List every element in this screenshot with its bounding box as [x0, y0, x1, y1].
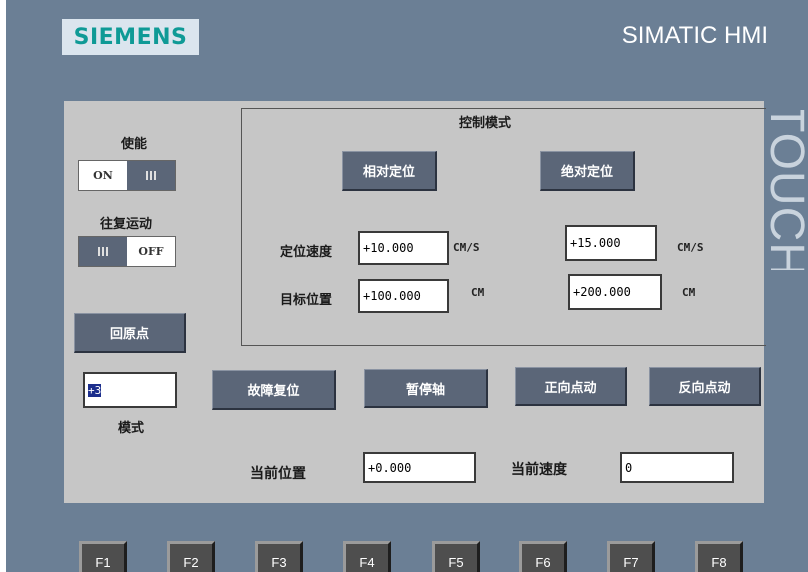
current-position-field: +0.000: [363, 452, 476, 483]
function-key-f1[interactable]: F1: [79, 541, 127, 572]
relative-speed-field[interactable]: +10.000: [358, 231, 449, 265]
function-key-f7[interactable]: F7: [607, 541, 655, 572]
absolute-target-unit: CM: [682, 286, 696, 299]
function-key-f2[interactable]: F2: [167, 541, 215, 572]
absolute-position-button[interactable]: 绝对定位: [540, 151, 635, 191]
reciprocate-label: 往复运动: [100, 217, 153, 232]
absolute-speed-field[interactable]: +15.000: [565, 225, 657, 261]
jog-forward-button[interactable]: 正向点动: [515, 367, 627, 406]
mode-value: +3: [88, 383, 102, 397]
speed-label: 定位速度: [280, 245, 333, 260]
reciprocate-toggle[interactable]: OFF: [78, 236, 176, 267]
home-button[interactable]: 回原点: [74, 313, 186, 353]
touch-label: TOUCH: [766, 110, 806, 270]
relative-target-field[interactable]: +100.000: [358, 279, 449, 313]
relative-position-button[interactable]: 相对定位: [342, 151, 437, 191]
function-key-f8[interactable]: F8: [695, 541, 743, 572]
target-label: 目标位置: [280, 293, 333, 308]
mode-field[interactable]: +3: [83, 372, 177, 408]
model-label: SIMATIC HMI: [621, 22, 768, 49]
relative-speed-unit: CM/S: [453, 241, 480, 254]
absolute-target-field[interactable]: +200.000: [568, 274, 662, 310]
current-position-label: 当前位置: [250, 466, 306, 482]
current-speed-field: 0: [620, 452, 734, 483]
relative-target-unit: CM: [471, 286, 485, 299]
function-key-f6[interactable]: F6: [519, 541, 567, 572]
siemens-logo: SIEMENS: [62, 19, 199, 55]
jog-reverse-button[interactable]: 反向点动: [649, 367, 761, 406]
enable-label: 使能: [121, 137, 148, 152]
function-key-f5[interactable]: F5: [432, 541, 480, 572]
toggle-handle-icon: [79, 237, 127, 266]
absolute-speed-unit: CM/S: [677, 241, 704, 254]
function-key-f4[interactable]: F4: [343, 541, 391, 572]
control-mode-group: [241, 108, 766, 346]
reciprocate-off-label: OFF: [127, 237, 175, 266]
pause-axis-button[interactable]: 暂停轴: [364, 369, 488, 408]
enable-on-label: ON: [79, 161, 127, 190]
mode-label: 模式: [118, 421, 145, 436]
enable-toggle[interactable]: ON: [78, 160, 176, 191]
current-speed-label: 当前速度: [511, 462, 567, 478]
control-mode-title: 控制模式: [459, 116, 512, 131]
function-key-f3[interactable]: F3: [255, 541, 303, 572]
fault-reset-button[interactable]: 故障复位: [212, 370, 336, 410]
toggle-handle-icon: [127, 161, 175, 190]
